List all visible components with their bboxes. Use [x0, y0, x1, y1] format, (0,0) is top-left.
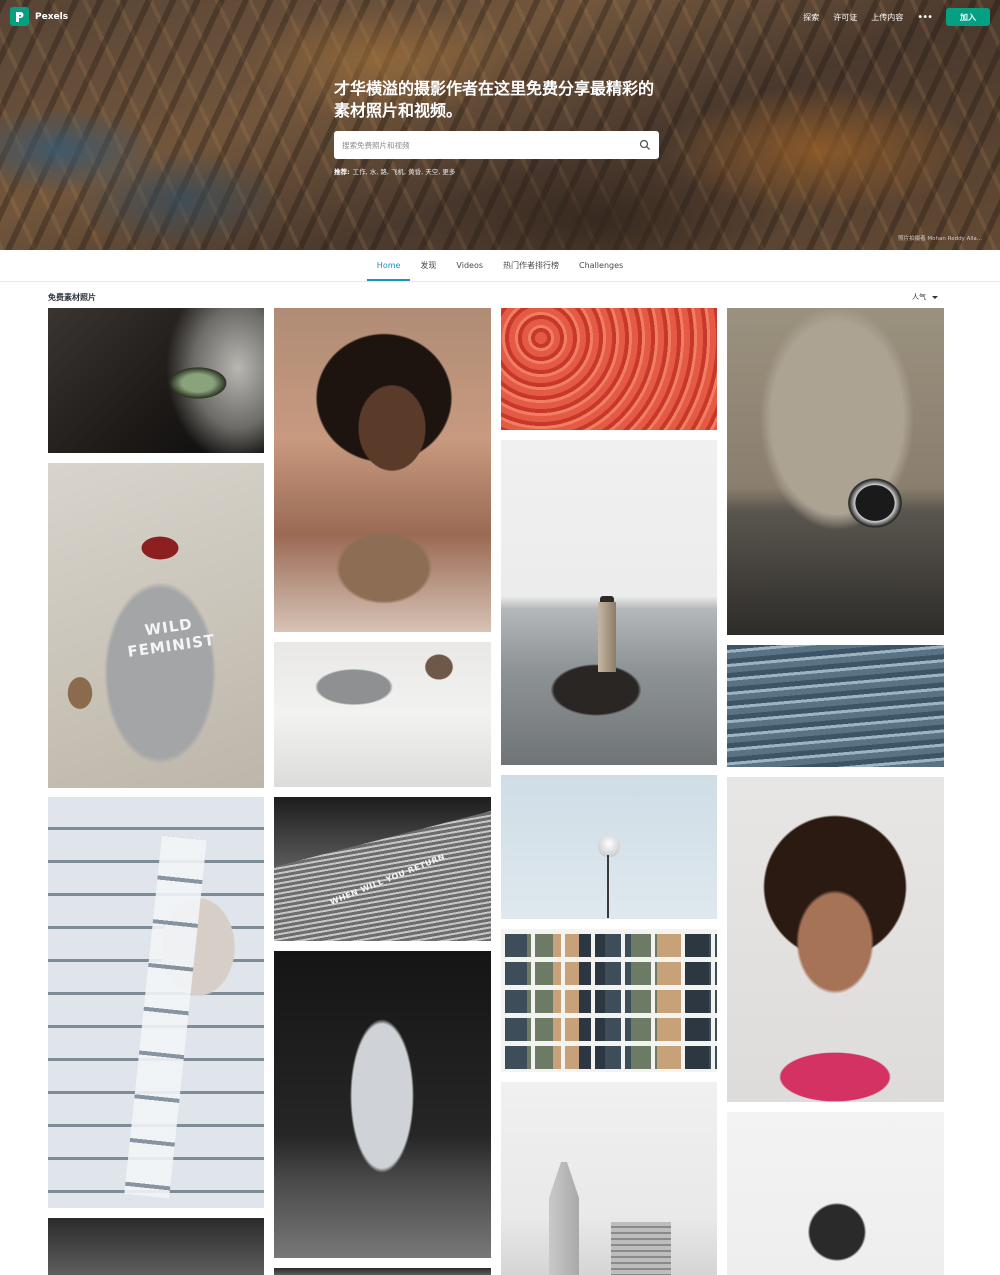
- coat-print: WILD FEMINIST: [124, 612, 217, 662]
- photo-curly-hair[interactable]: [727, 1112, 944, 1275]
- photo-credit[interactable]: 照片拍摄者 Mohan Reddy Alla...: [898, 234, 982, 242]
- more-menu-icon[interactable]: •••: [917, 12, 933, 23]
- photo-cat-eye[interactable]: [48, 308, 264, 453]
- nav-license[interactable]: 许可证: [833, 12, 857, 23]
- rose-stem: [607, 855, 609, 918]
- tab-bar: Home 发现 Videos 热门作者排行榜 Challenges: [0, 250, 1000, 282]
- photo-partial[interactable]: [48, 1218, 264, 1275]
- hero-title: 才华横溢的摄影作者在这里免费分享最精彩的素材照片和视频。: [334, 79, 655, 120]
- photo-camera-hands[interactable]: [727, 308, 944, 635]
- suggest-links[interactable]: 工作, 水, 路, 飞机, 黄昏, 天空, 更多: [353, 166, 456, 176]
- photo-woman-portrait[interactable]: [274, 308, 491, 632]
- join-button[interactable]: 加入: [946, 8, 990, 26]
- search-suggestions: 推荐: 工作, 水, 路, 飞机, 黄昏, 天空, 更多: [334, 166, 664, 176]
- skyscraper: [549, 1162, 579, 1275]
- pexels-logo-icon: [10, 7, 29, 26]
- suggest-label: 推荐:: [334, 168, 350, 176]
- hero-content: 才华横溢的摄影作者在这里免费分享最精彩的素材照片和视频。 推荐: 工作, 水, …: [334, 78, 664, 176]
- photo-lighthouse[interactable]: [501, 440, 717, 765]
- rose-bloom: [598, 835, 620, 857]
- search-icon[interactable]: [639, 139, 651, 151]
- photo-red-flowers[interactable]: [501, 308, 717, 430]
- photo-city-skyline[interactable]: [501, 1082, 717, 1275]
- chevron-down-icon: [932, 295, 938, 299]
- logo[interactable]: Pexels: [10, 7, 68, 26]
- photo-wild-feminist[interactable]: WILD FEMINIST: [48, 463, 264, 788]
- photo-film-negatives[interactable]: [48, 797, 264, 1208]
- photo-ghost-sheet[interactable]: [274, 951, 491, 1258]
- nav-links: 探索 许可证 上传内容 ••• 加入: [803, 0, 1000, 34]
- sky-area: [274, 797, 491, 867]
- sort-label: 人气: [912, 293, 926, 301]
- top-nav: Pexels 探索 许可证 上传内容 ••• 加入: [0, 0, 1000, 34]
- nav-upload[interactable]: 上传内容: [871, 12, 903, 23]
- brand-name: Pexels: [35, 11, 69, 22]
- photo-ocean-waves[interactable]: [727, 645, 944, 767]
- tab-leaderboard[interactable]: 热门作者排行榜: [493, 250, 569, 281]
- photo-white-rose[interactable]: [501, 775, 717, 919]
- photo-building-sign[interactable]: WHEN WILL YOU RETURN: [274, 797, 491, 941]
- tab-discover[interactable]: 发现: [410, 250, 446, 281]
- search-input[interactable]: [334, 131, 624, 159]
- search-bar: [334, 131, 659, 159]
- section-title: 免费素材照片: [48, 293, 96, 302]
- nav-explore[interactable]: 探索: [803, 12, 819, 23]
- photo-bed-phone[interactable]: [274, 642, 491, 787]
- film-strip: [124, 835, 207, 1199]
- tab-videos[interactable]: Videos: [446, 250, 493, 281]
- section-header: 免费素材照片 人气: [48, 291, 944, 305]
- sort-dropdown[interactable]: 人气: [912, 292, 938, 302]
- photo-woman-closed-eyes[interactable]: [727, 777, 944, 1102]
- building-sign-text: WHEN WILL YOU RETURN: [328, 852, 447, 907]
- lighthouse-tower: [598, 602, 616, 672]
- tab-challenges[interactable]: Challenges: [569, 250, 633, 281]
- photo-polaroid-wall[interactable]: [501, 929, 717, 1072]
- photo-partial[interactable]: [274, 1268, 491, 1275]
- building-block: [611, 1222, 671, 1275]
- tab-home[interactable]: Home: [366, 250, 411, 281]
